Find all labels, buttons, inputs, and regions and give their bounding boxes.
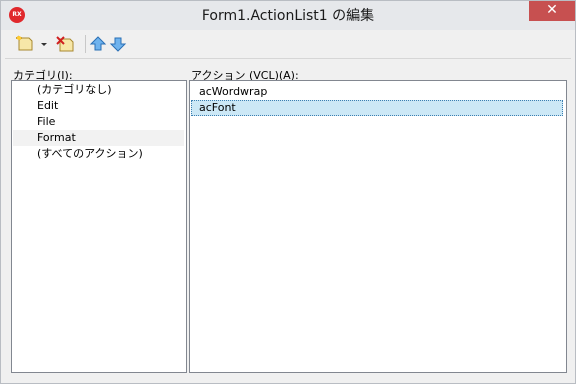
- new-action-icon: [16, 35, 33, 51]
- actions-list[interactable]: acWordwrap acFont: [189, 80, 567, 373]
- action-item-selected[interactable]: acFont: [191, 100, 563, 116]
- category-item[interactable]: File: [13, 114, 184, 130]
- title-bar[interactable]: RX Form1.ActionList1 の編集 ✕: [1, 1, 575, 30]
- category-item[interactable]: (すべてのアクション): [13, 146, 184, 162]
- toolbar-separator: [85, 35, 86, 53]
- new-action-button[interactable]: [15, 34, 37, 54]
- dropdown-arrow-icon: [41, 43, 47, 46]
- close-button[interactable]: ✕: [529, 1, 575, 21]
- window-title: Form1.ActionList1 の編集: [201, 8, 375, 24]
- move-up-icon: [89, 36, 107, 51]
- new-action-dropdown[interactable]: [39, 34, 49, 54]
- move-up-button[interactable]: [89, 34, 107, 54]
- move-down-button[interactable]: [109, 34, 127, 54]
- action-item[interactable]: acWordwrap: [191, 84, 563, 100]
- categories-list[interactable]: (カテゴリなし) Edit File Format (すべてのアクション): [11, 80, 187, 373]
- category-item[interactable]: (カテゴリなし): [13, 82, 184, 98]
- category-item[interactable]: Edit: [13, 98, 184, 114]
- category-item-selected[interactable]: Format: [13, 130, 184, 146]
- delete-action-icon: [56, 36, 74, 52]
- toolbar: [5, 30, 571, 59]
- delete-action-button[interactable]: [55, 34, 77, 54]
- move-down-icon: [109, 37, 127, 52]
- action-list-editor-window: RX Form1.ActionList1 の編集 ✕ カテゴリ(I): アクショ…: [0, 0, 576, 384]
